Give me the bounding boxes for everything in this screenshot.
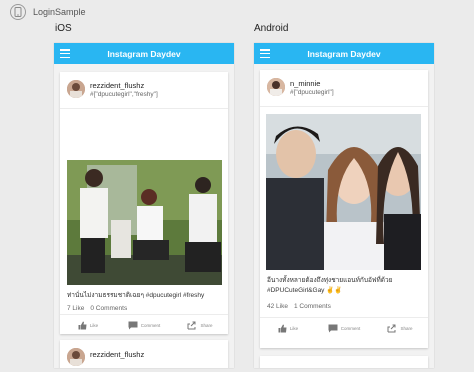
post-header: n_minnie #["dpucutegirl"] (260, 70, 428, 107)
post-caption: ท่านั่นไม่งามธรรมชาติเฉยๆ #dpucutegirl #… (67, 292, 205, 299)
comment-button[interactable]: Comment (316, 318, 372, 338)
topbar: Instagram Daydev (254, 43, 434, 64)
comment-button[interactable]: Comment (116, 315, 172, 335)
topbar-title: Instagram Daydev (307, 48, 381, 59)
comment-count: 1 Comments (293, 303, 331, 310)
like-count: 42 Like (267, 303, 288, 310)
phone-icon (10, 4, 26, 20)
comment-label: Comment (340, 325, 361, 331)
like-label: Like (289, 325, 299, 331)
like-button[interactable]: Like (260, 318, 316, 338)
feed[interactable]: n_minnie #["dpucutegirl"] อีนางทั้งหลายต… (254, 64, 434, 368)
share-arrow-icon (387, 324, 397, 333)
app-title: LoginSample (33, 7, 86, 17)
post-card: n_minnie #["dpucutegirl"] อีนางทั้งหลายต… (260, 70, 428, 348)
username[interactable]: rezzident_flushz (90, 81, 144, 90)
post-card: rezzident_flushz #["dpucutegirl","freshy… (60, 72, 228, 334)
like-label: Like (89, 322, 99, 328)
share-button[interactable]: Share (172, 315, 228, 335)
post-card (260, 356, 428, 368)
share-label: Share (400, 325, 413, 331)
feed[interactable]: rezzident_flushz #["dpucutegirl","freshy… (54, 64, 234, 368)
android-phone: Instagram Daydev n_minnie #["dpucutegirl… (254, 43, 434, 368)
comment-bubble-icon (128, 321, 138, 330)
username[interactable]: n_minnie (290, 79, 320, 88)
username[interactable]: rezzident_flushz (90, 350, 144, 359)
like-count: 7 Like (67, 305, 85, 312)
comment-label: Comment (140, 322, 161, 328)
share-arrow-icon (187, 321, 197, 330)
post-photo[interactable] (67, 160, 222, 285)
thumbs-up-icon (78, 321, 87, 330)
platform-label-ios: iOS (55, 23, 72, 34)
topbar: Instagram Daydev (54, 43, 234, 64)
hamburger-icon[interactable] (260, 49, 270, 58)
comment-bubble-icon (328, 324, 338, 333)
post-card: rezzident_flushz (60, 340, 228, 368)
like-button[interactable]: Like (60, 315, 116, 335)
comment-count: 0 Comments (90, 305, 128, 312)
post-stats: 42 Like 1 Comments (267, 303, 331, 310)
post-caption: อีนางทั้งหลายต้องถึงทุ่งชายแอนท์กับอัฟที… (267, 277, 393, 294)
app-header: LoginSample (10, 3, 86, 21)
post-photo[interactable] (266, 114, 421, 270)
post-actions: Like Comment Share (60, 314, 228, 335)
hamburger-icon[interactable] (60, 49, 70, 58)
post-header: rezzident_flushz #["dpucutegirl","freshy… (60, 72, 228, 109)
post-tags: #["dpucutegirl"] (290, 89, 334, 96)
thumbs-up-icon (278, 324, 287, 333)
avatar[interactable] (267, 78, 285, 96)
avatar[interactable] (67, 348, 85, 366)
ios-phone: Instagram Daydev rezzident_flushz #["dpu… (54, 43, 234, 368)
post-stats: 7 Like 0 Comments (67, 305, 127, 312)
share-button[interactable]: Share (372, 318, 428, 338)
share-label: Share (200, 322, 213, 328)
post-tags: #["dpucutegirl","freshy"] (90, 91, 158, 98)
platform-label-android: Android (254, 23, 289, 34)
topbar-title: Instagram Daydev (107, 48, 181, 59)
post-actions: Like Comment Share (260, 317, 428, 338)
avatar[interactable] (67, 80, 85, 98)
